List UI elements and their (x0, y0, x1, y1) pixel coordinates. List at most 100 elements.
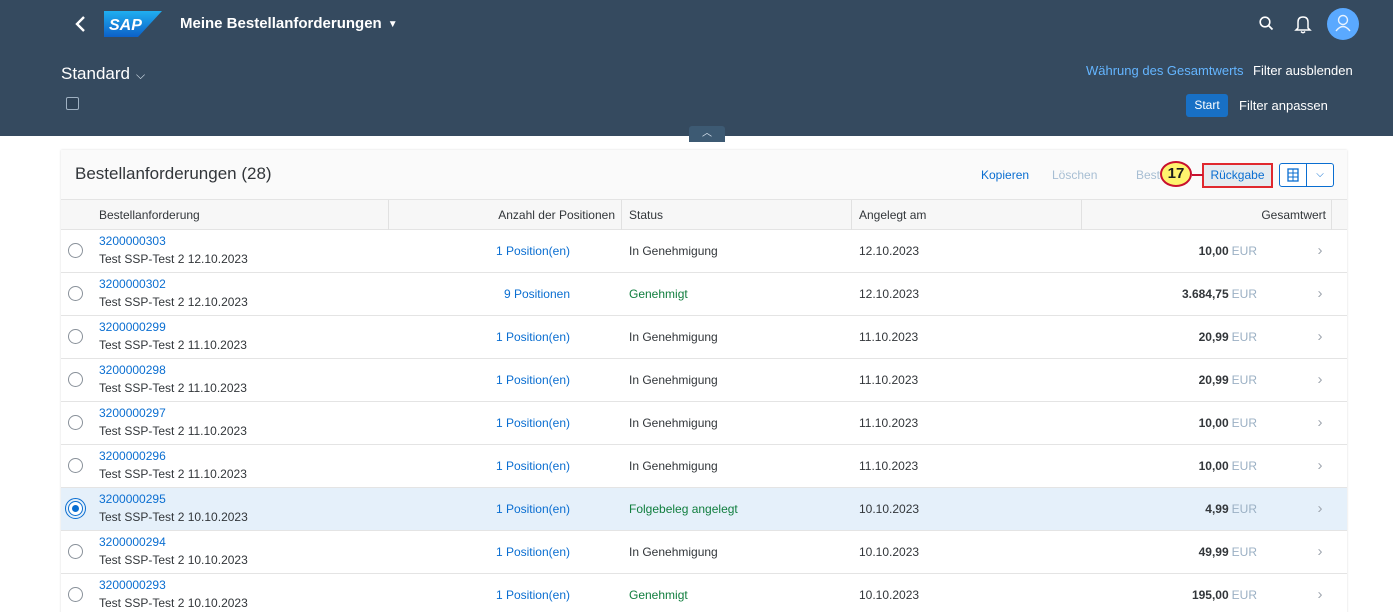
export-button[interactable] (1279, 163, 1307, 187)
row-radio[interactable] (68, 286, 83, 301)
chevron-left-icon (75, 16, 85, 32)
column-separator (388, 200, 389, 230)
request-id-link[interactable]: 3200000299 (99, 320, 166, 334)
column-header-positions[interactable]: Anzahl der Positionen (390, 208, 615, 222)
positions-link[interactable]: 1 Position(en) (390, 330, 570, 344)
delete-button[interactable]: Löschen (1052, 168, 1097, 182)
column-header-total[interactable]: Gesamtwert (1081, 208, 1326, 222)
request-id-link[interactable]: 3200000298 (99, 363, 166, 377)
sap-logo[interactable]: SAP (104, 11, 162, 37)
total-amount: 20,99 EUR (1081, 373, 1257, 387)
request-id-link[interactable]: 3200000303 (99, 234, 166, 248)
total-amount: 49,99 EUR (1081, 545, 1257, 559)
column-header-request[interactable]: Bestellanforderung (99, 208, 200, 222)
table-row[interactable]: 3200000303 Test SSP-Test 2 12.10.2023 1 … (61, 230, 1347, 273)
positions-link[interactable]: 1 Position(en) (390, 545, 570, 559)
chevron-right-icon[interactable]: › (1313, 586, 1327, 604)
row-radio[interactable] (68, 587, 83, 602)
currency-code: EUR (1231, 459, 1257, 473)
table-row-selected[interactable]: 3200000295 Test SSP-Test 2 10.10.2023 1 … (61, 488, 1347, 531)
request-description: Test SSP-Test 2 12.10.2023 (99, 252, 248, 266)
positions-link[interactable]: 1 Position(en) (390, 502, 570, 516)
chevron-down-icon: ⌵ (1316, 169, 1324, 180)
variant-selector[interactable]: Standard ⌵ (61, 64, 145, 84)
row-radio[interactable] (68, 458, 83, 473)
filter-checkbox[interactable] (66, 97, 79, 110)
positions-link[interactable]: 1 Position(en) (390, 588, 570, 602)
status-text: In Genehmigung (629, 416, 718, 430)
collapse-header-button[interactable]: ︿ (689, 126, 725, 142)
chevron-right-icon[interactable]: › (1313, 371, 1327, 389)
chevron-right-icon[interactable]: › (1313, 328, 1327, 346)
row-radio[interactable] (68, 329, 83, 344)
column-separator (851, 200, 852, 230)
chevron-right-icon[interactable]: › (1313, 543, 1327, 561)
chevron-right-icon[interactable]: › (1313, 500, 1327, 518)
adapt-filter-link[interactable]: Filter anpassen (1239, 98, 1328, 113)
table-row[interactable]: 3200000299 Test SSP-Test 2 11.10.2023 1 … (61, 316, 1347, 359)
export-menu-button[interactable]: ⌵ (1307, 163, 1334, 187)
currency-code: EUR (1231, 287, 1257, 301)
created-date: 11.10.2023 (859, 330, 919, 344)
status-text: Folgebeleg angelegt (629, 502, 738, 516)
row-radio[interactable] (68, 415, 83, 430)
user-avatar[interactable] (1327, 8, 1359, 40)
copy-button[interactable]: Kopieren (981, 168, 1029, 182)
request-id-link[interactable]: 3200000296 (99, 449, 166, 463)
total-amount: 4,99 EUR (1081, 502, 1257, 516)
chevron-up-icon: ︿ (702, 128, 712, 139)
start-button[interactable]: Start (1186, 94, 1228, 117)
filter-bar: Standard ⌵ Währung des Gesamtwerts Filter… (0, 48, 1393, 136)
amount-value: 49,99 (1198, 545, 1229, 559)
positions-link[interactable]: 1 Position(en) (390, 244, 570, 258)
request-id-link[interactable]: 3200000293 (99, 578, 166, 592)
amount-value: 195,00 (1191, 588, 1229, 602)
status-text: In Genehmigung (629, 373, 718, 387)
table-row[interactable]: 3200000302 Test SSP-Test 2 12.10.2023 9 … (61, 273, 1347, 316)
positions-link[interactable]: 1 Position(en) (390, 416, 570, 430)
column-header-created[interactable]: Angelegt am (859, 208, 926, 222)
positions-link[interactable]: 9 Positionen (390, 287, 570, 301)
total-amount: 3.684,75 EUR (1081, 287, 1257, 301)
chevron-right-icon[interactable]: › (1313, 414, 1327, 432)
row-radio[interactable] (68, 544, 83, 559)
request-description: Test SSP-Test 2 10.10.2023 (99, 553, 248, 567)
positions-link[interactable]: 1 Position(en) (390, 373, 570, 387)
request-id-link[interactable]: 3200000295 (99, 492, 166, 506)
notifications-button[interactable] (1292, 12, 1314, 36)
step-connector-line (1192, 174, 1203, 176)
request-id-link[interactable]: 3200000302 (99, 277, 166, 291)
table-row[interactable]: 3200000297 Test SSP-Test 2 11.10.2023 1 … (61, 402, 1347, 445)
row-radio-selected[interactable] (65, 498, 86, 519)
chevron-right-icon[interactable]: › (1313, 285, 1327, 303)
currency-code: EUR (1231, 244, 1257, 258)
amount-value: 20,99 (1198, 373, 1229, 387)
table-row[interactable]: 3200000293 Test SSP-Test 2 10.10.2023 1 … (61, 574, 1347, 612)
currency-link[interactable]: Währung des Gesamtwerts (1086, 63, 1244, 78)
bell-icon (1294, 16, 1312, 34)
hide-filter-link[interactable]: Filter ausblenden (1253, 63, 1353, 78)
app-title[interactable]: Meine Bestellanforderungen ▼ (180, 15, 398, 32)
total-amount: 195,00 EUR (1081, 588, 1257, 602)
positions-link[interactable]: 1 Position(en) (390, 459, 570, 473)
table-row[interactable]: 3200000296 Test SSP-Test 2 11.10.2023 1 … (61, 445, 1347, 488)
table-row[interactable]: 3200000298 Test SSP-Test 2 11.10.2023 1 … (61, 359, 1347, 402)
request-description: Test SSP-Test 2 11.10.2023 (99, 424, 247, 438)
created-date: 10.10.2023 (859, 545, 920, 559)
row-radio[interactable] (68, 372, 83, 387)
search-button[interactable] (1256, 13, 1278, 35)
column-separator (1331, 200, 1332, 230)
return-button[interactable]: Rückgabe (1202, 163, 1273, 188)
column-header-status[interactable]: Status (629, 208, 663, 222)
chevron-right-icon[interactable]: › (1313, 457, 1327, 475)
chevron-right-icon[interactable]: › (1313, 242, 1327, 260)
request-id-link[interactable]: 3200000294 (99, 535, 166, 549)
amount-value: 20,99 (1198, 330, 1229, 344)
variant-label: Standard (61, 64, 130, 83)
request-id-link[interactable]: 3200000297 (99, 406, 166, 420)
total-amount: 10,00 EUR (1081, 416, 1257, 430)
request-description: Test SSP-Test 2 10.10.2023 (99, 596, 248, 610)
back-button[interactable] (68, 10, 94, 38)
row-radio[interactable] (68, 243, 83, 258)
table-row[interactable]: 3200000294 Test SSP-Test 2 10.10.2023 1 … (61, 531, 1347, 574)
